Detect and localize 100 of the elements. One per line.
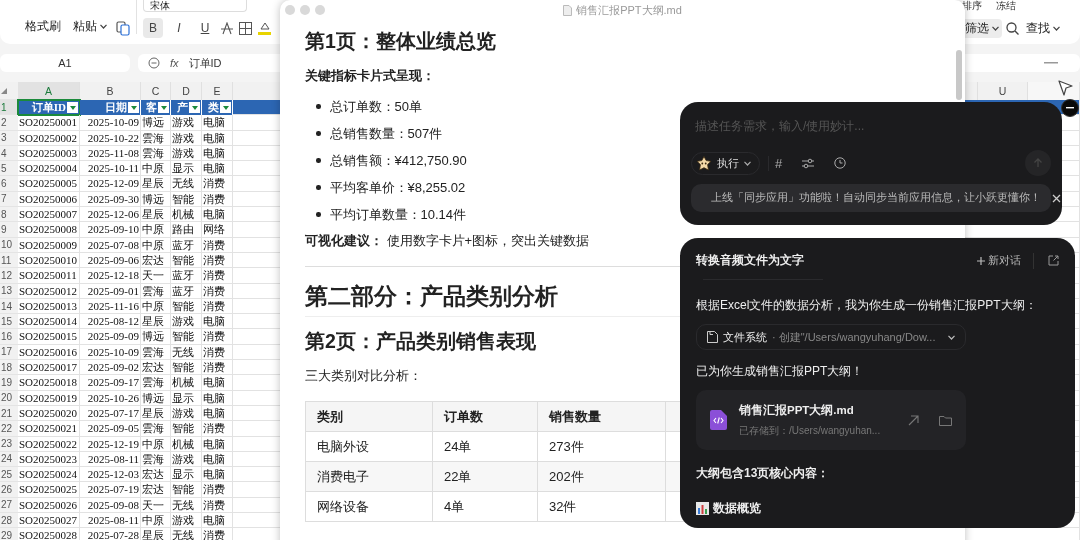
header-cell[interactable]: 日期 xyxy=(80,100,141,116)
table-cell: 星辰 xyxy=(141,314,171,330)
table-cell: SO20250026 xyxy=(18,497,80,513)
file-card[interactable]: 销售汇报PPT大纲.md 已存储到：/Users/wangyuhan... xyxy=(696,390,966,450)
row-number[interactable]: 9 xyxy=(0,222,18,238)
table-cell: 消费 xyxy=(202,360,233,376)
row-number[interactable]: 12 xyxy=(0,268,18,284)
table-cell: 雲海 xyxy=(141,283,171,299)
table-cell: 2025-10-11 xyxy=(80,161,141,177)
table-cell: 无线 xyxy=(171,528,202,540)
table-cell: 博远 xyxy=(141,390,171,406)
new-chat-button[interactable]: 新对话 xyxy=(971,252,1034,269)
format-button[interactable]: I xyxy=(169,18,189,38)
row-number[interactable]: 18 xyxy=(0,360,18,376)
table-cell: 宏达 xyxy=(141,482,171,498)
table-cell: SO20250015 xyxy=(18,329,80,345)
row-number[interactable]: 26 xyxy=(0,482,18,498)
table-cell: SO20250012 xyxy=(18,283,80,299)
table-cell: 游戏 xyxy=(171,513,202,529)
table-cell: 2025-12-18 xyxy=(80,268,141,284)
table-cell: 电脑 xyxy=(202,513,233,529)
table-cell: 2025-08-11 xyxy=(80,513,141,529)
table-cell: 电脑 xyxy=(202,115,233,131)
freeze-button[interactable]: 冻结 xyxy=(996,0,1016,11)
table-cell: 智能 xyxy=(171,360,202,376)
table-cell: 智能 xyxy=(171,191,202,208)
find-button[interactable]: 查找 xyxy=(1023,19,1063,38)
table-cell: 消费 xyxy=(202,283,233,299)
row-number[interactable]: 22 xyxy=(0,421,18,437)
section-title: 数据概览 xyxy=(713,500,761,517)
format-button[interactable]: U xyxy=(195,18,215,38)
table-cell: 中原 xyxy=(141,237,171,253)
font-dropdown[interactable]: 宋体 xyxy=(143,0,247,12)
table-cell: SO20250010 xyxy=(18,252,80,269)
table-cell: 显示 xyxy=(171,390,202,406)
function-button[interactable]: fx xyxy=(170,57,179,69)
table-cell: 2025-10-22 xyxy=(80,130,141,146)
column-header[interactable]: E xyxy=(202,82,233,100)
table-cell: 宏达 xyxy=(141,252,171,269)
list-item: 平均客单价：¥8,255.02 xyxy=(329,178,466,197)
table-cell: 电脑 xyxy=(202,390,233,406)
tool-call-chip[interactable]: 文件系统 · 创建"/Users/wangyuhang/Dow... xyxy=(696,324,966,350)
mode-dropdown[interactable]: 执行 xyxy=(691,151,760,175)
row-number[interactable]: 29 xyxy=(0,528,18,540)
column-header[interactable]: D xyxy=(171,82,202,100)
table-cell: 显示 xyxy=(171,467,202,483)
table-cell: 2025-09-02 xyxy=(80,360,141,376)
header-cell[interactable]: 产 xyxy=(171,100,202,116)
row-number[interactable]: 19 xyxy=(0,375,18,391)
format-button[interactable]: B xyxy=(143,18,163,38)
file-name: 销售汇报PPT大纲.md xyxy=(739,402,855,418)
row-number[interactable]: 15 xyxy=(0,314,18,330)
column-header[interactable]: B xyxy=(80,82,141,100)
row-number[interactable]: 25 xyxy=(0,467,18,483)
table-cell: 宏达 xyxy=(141,360,171,376)
table-cell: 电脑 xyxy=(202,130,233,146)
paragraph: 可视化建议： 使用数字卡片+图标，突出关键数据 xyxy=(305,232,590,250)
paste-button[interactable]: 粘贴 xyxy=(70,17,110,36)
table-cell: SO20250022 xyxy=(18,436,80,452)
row-number[interactable]: 28 xyxy=(0,513,18,529)
header-cell[interactable]: 订单ID xyxy=(18,100,80,116)
header-cell[interactable]: 类 xyxy=(202,100,233,116)
table-cell: 游戏 xyxy=(171,314,202,330)
row-number[interactable]: 6 xyxy=(0,176,18,192)
column-header[interactable]: U xyxy=(978,82,1028,100)
table-cell: SO20250007 xyxy=(18,207,80,223)
column-header[interactable]: A xyxy=(18,82,80,100)
table-cell: 博远 xyxy=(141,329,171,345)
header-label: 日期 xyxy=(105,100,127,116)
table-cell: 游戏 xyxy=(171,451,202,468)
row-number[interactable]: 2 xyxy=(0,115,18,131)
table-cell: 游戏 xyxy=(171,130,202,146)
table-cell: 智能 xyxy=(171,329,202,345)
table-cell: 电脑 xyxy=(202,207,233,223)
row-number[interactable]: 8 xyxy=(0,207,18,223)
table-cell: 2025-09-08 xyxy=(80,497,141,513)
table-cell: SO20250014 xyxy=(18,314,80,330)
column-header[interactable]: C xyxy=(141,82,171,100)
format-painter-button[interactable]: 格式刷 xyxy=(22,17,64,36)
table-cell: SO20250020 xyxy=(18,405,80,422)
table-cell: 消费 xyxy=(202,528,233,540)
table-cell: 星辰 xyxy=(141,207,171,223)
table-cell: 雲海 xyxy=(141,451,171,468)
row-number[interactable]: 16 xyxy=(0,329,18,345)
notice-text: 上线「同步应用」功能啦！自动同步当前应用信息，让小跃更懂你！ xyxy=(711,191,1041,205)
file-path: 已存储到：/Users/wangyuhan... xyxy=(739,423,882,438)
table-cell: 2025-07-19 xyxy=(80,482,141,498)
table-cell: 电脑 xyxy=(202,375,233,391)
tag-button[interactable]: # xyxy=(768,155,789,171)
row-number[interactable]: 5 xyxy=(0,161,18,177)
name-box[interactable]: A1 xyxy=(0,54,130,72)
header-cell[interactable]: 客 xyxy=(141,100,171,116)
table-cell: 消费 xyxy=(202,497,233,513)
row-number[interactable]: 1 xyxy=(0,100,18,116)
table-cell: 2025-11-08 xyxy=(80,145,141,162)
table-cell: SO20250024 xyxy=(18,467,80,483)
table-cell: SO20250025 xyxy=(18,482,80,498)
list-item: 平均订单数量：10.14件 xyxy=(329,205,467,224)
table-cell: 雲海 xyxy=(141,421,171,437)
formula-text[interactable]: 订单ID xyxy=(188,55,222,71)
